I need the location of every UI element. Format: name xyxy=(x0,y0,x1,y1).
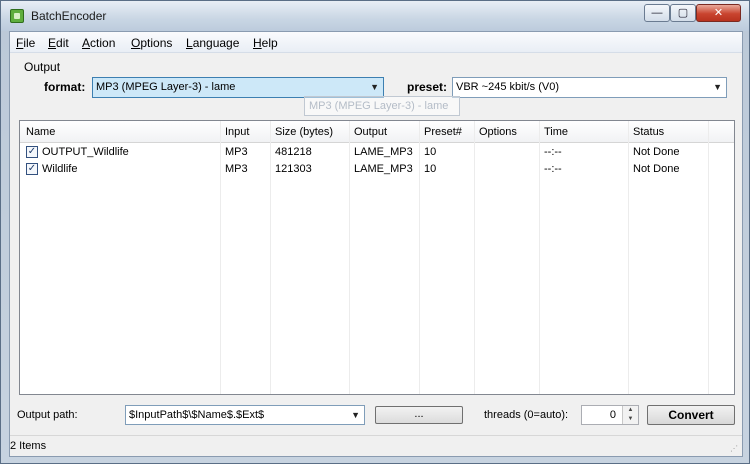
cell-status: Not Done xyxy=(633,146,680,158)
cell-size: 481218 xyxy=(275,146,312,158)
output-group-label: Output xyxy=(24,60,61,74)
menu-help[interactable]: Help xyxy=(253,36,278,50)
cell-time: --:-- xyxy=(544,146,562,158)
chevron-down-icon: ▼ xyxy=(713,82,722,92)
client-area: File Edit Action Options Language Help O… xyxy=(9,31,743,457)
status-text: 2 Items xyxy=(10,440,47,452)
app-window: BatchEncoder — ▢ ✕ File Edit Action Opti… xyxy=(0,0,750,464)
cell-name: OUTPUT_Wildlife xyxy=(42,146,129,158)
output-path-label: Output path: xyxy=(17,409,78,421)
column-header-name[interactable]: Name xyxy=(26,126,55,138)
format-select[interactable]: MP3 (MPEG Layer-3) - lame ▼ xyxy=(92,77,384,98)
cell-input: MP3 xyxy=(225,163,248,175)
format-select-value: MP3 (MPEG Layer-3) - lame xyxy=(96,81,236,93)
menu-options[interactable]: Options xyxy=(131,36,172,50)
cell-preset: 10 xyxy=(424,163,437,175)
table-row[interactable]: ✓ OUTPUT_Wildlife MP3 481218 LAME_MP3 10… xyxy=(20,144,734,161)
close-button[interactable]: ✕ xyxy=(696,4,741,22)
column-header-output[interactable]: Output xyxy=(354,126,387,138)
preset-select-value: VBR ~245 kbit/s (V0) xyxy=(456,81,560,93)
row-checkbox[interactable]: ✓ xyxy=(26,146,38,158)
cell-preset: 10 xyxy=(424,146,437,158)
browse-button[interactable]: ... xyxy=(375,406,463,424)
resize-grip-icon[interactable]: ⋰ xyxy=(730,444,740,454)
drag-ghost-tooltip: MP3 (MPEG Layer-3) - lame xyxy=(304,96,460,116)
output-path-value: $InputPath$\$Name$.$Ext$ xyxy=(129,409,265,421)
format-label: format: xyxy=(44,80,86,94)
cell-input: MP3 xyxy=(225,146,248,158)
cell-output: LAME_MP3 xyxy=(354,146,413,158)
status-bar: 2 Items ⋰ xyxy=(10,435,742,456)
column-header-options[interactable]: Options xyxy=(479,126,517,138)
app-icon xyxy=(10,9,24,23)
threads-label: threads (0=auto): xyxy=(484,409,569,421)
preset-select[interactable]: VBR ~245 kbit/s (V0) ▼ xyxy=(452,77,727,98)
table-row[interactable]: ✓ Wildlife MP3 121303 LAME_MP3 10 --:-- … xyxy=(20,161,734,178)
chevron-down-icon: ▼ xyxy=(351,410,360,420)
cell-time: --:-- xyxy=(544,163,562,175)
maximize-button[interactable]: ▢ xyxy=(670,4,696,22)
list-header: Name Input Size (bytes) Output Preset# O… xyxy=(20,121,734,143)
column-header-input[interactable]: Input xyxy=(225,126,249,138)
chevron-down-icon: ▼ xyxy=(370,82,379,92)
window-title: BatchEncoder xyxy=(31,9,107,23)
column-header-preset[interactable]: Preset# xyxy=(424,126,462,138)
minimize-button[interactable]: — xyxy=(644,4,670,22)
row-checkbox[interactable]: ✓ xyxy=(26,163,38,175)
file-list[interactable]: Name Input Size (bytes) Output Preset# O… xyxy=(19,120,735,395)
convert-button[interactable]: Convert xyxy=(647,405,735,425)
spinner-arrows-icon[interactable]: ▲ ▼ xyxy=(622,406,638,424)
threads-spinner[interactable]: 0 ▲ ▼ xyxy=(581,405,639,425)
preset-label: preset: xyxy=(407,80,448,94)
menu-edit[interactable]: Edit xyxy=(48,36,69,50)
menu-file[interactable]: File xyxy=(16,36,35,50)
cell-output: LAME_MP3 xyxy=(354,163,413,175)
menu-bar: File Edit Action Options Language Help xyxy=(10,32,742,53)
menu-action[interactable]: Action xyxy=(82,36,115,50)
cell-size: 121303 xyxy=(275,163,312,175)
column-header-status[interactable]: Status xyxy=(633,126,664,138)
column-header-time[interactable]: Time xyxy=(544,126,568,138)
cell-status: Not Done xyxy=(633,163,680,175)
output-path-select[interactable]: $InputPath$\$Name$.$Ext$ ▼ xyxy=(125,405,365,425)
title-bar[interactable]: BatchEncoder — ▢ ✕ xyxy=(1,1,749,31)
threads-value: 0 xyxy=(609,409,616,421)
menu-language[interactable]: Language xyxy=(186,36,239,50)
cell-name: Wildlife xyxy=(42,163,78,175)
column-header-size[interactable]: Size (bytes) xyxy=(275,126,333,138)
